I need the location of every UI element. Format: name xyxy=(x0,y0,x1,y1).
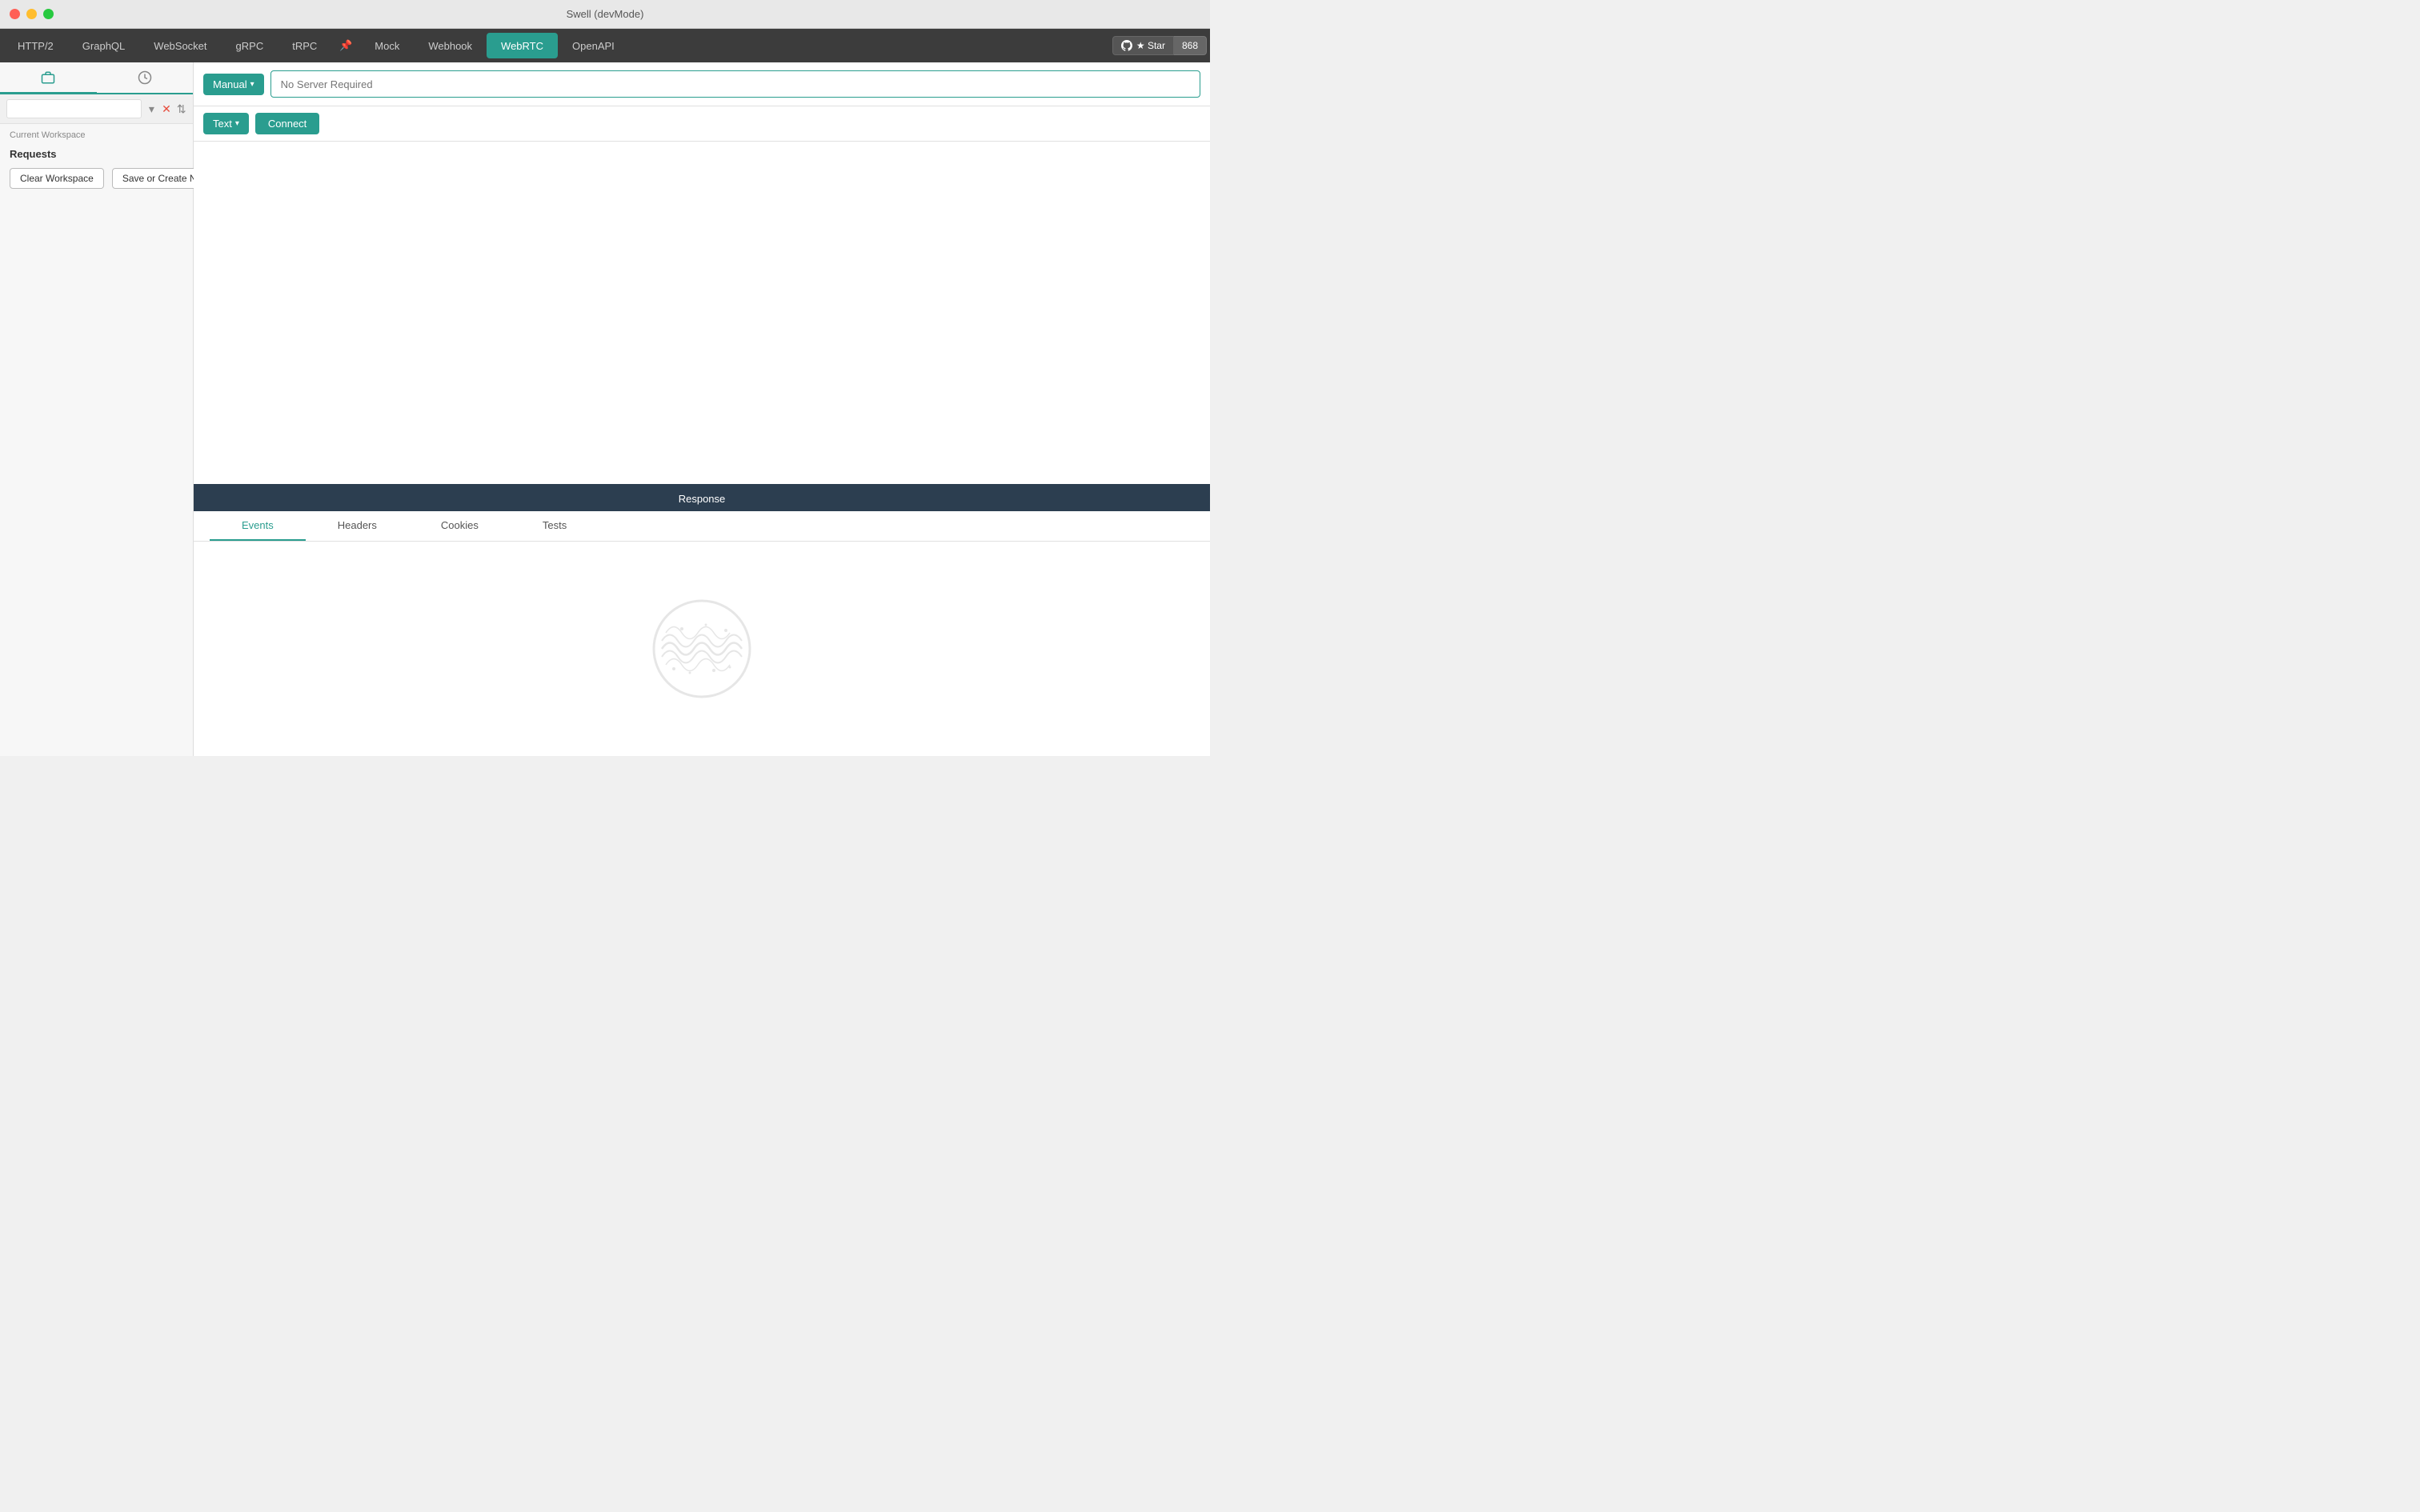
github-star-widget[interactable]: ★ Star 868 xyxy=(1112,36,1207,55)
url-input[interactable] xyxy=(270,70,1200,98)
response-header: Response xyxy=(194,486,1210,511)
response-tab-cookies[interactable]: Cookies xyxy=(409,511,511,541)
briefcase-icon xyxy=(41,70,55,85)
workspace-buttons: Clear Workspace Save or Create New Works… xyxy=(0,168,193,189)
tab-http2[interactable]: HTTP/2 xyxy=(3,33,68,58)
search-input[interactable] xyxy=(6,99,142,118)
method-label: Manual xyxy=(213,78,247,90)
window-controls xyxy=(10,9,54,19)
action-bar: Text ▾ Connect xyxy=(194,106,1210,142)
minimize-button[interactable] xyxy=(26,9,37,19)
tab-trpc[interactable]: tRPC xyxy=(278,33,331,58)
github-star-button[interactable]: ★ Star xyxy=(1112,36,1174,55)
requests-label: Requests xyxy=(0,143,193,168)
clear-workspace-button[interactable]: Clear Workspace xyxy=(10,168,104,189)
tab-graphql[interactable]: GraphQL xyxy=(68,33,139,58)
text-format-dropdown[interactable]: Text ▾ xyxy=(203,113,249,134)
top-bar: Manual ▾ xyxy=(194,62,1210,106)
connect-button[interactable]: Connect xyxy=(255,113,319,134)
response-tabs: Events Headers Cookies Tests xyxy=(194,511,1210,542)
sidebar-tabs xyxy=(0,62,193,94)
method-dropdown[interactable]: Manual ▾ xyxy=(203,74,264,95)
content-area xyxy=(194,142,1210,484)
tab-webhook[interactable]: Webhook xyxy=(414,33,487,58)
workspace-label: Current Workspace xyxy=(0,124,193,143)
response-tab-headers[interactable]: Headers xyxy=(306,511,409,541)
dropdown-icon[interactable]: ▾ xyxy=(146,100,157,118)
response-tab-events[interactable]: Events xyxy=(210,511,306,541)
app-title: Swell (devMode) xyxy=(567,8,644,20)
sidebar-tab-requests[interactable] xyxy=(0,63,97,94)
text-format-arrow-icon: ▾ xyxy=(235,119,239,128)
sidebar: ▾ ✕ ⇅ Current Workspace Requests Clear W… xyxy=(0,62,194,756)
response-tab-tests[interactable]: Tests xyxy=(511,511,599,541)
star-label: ★ Star xyxy=(1136,40,1165,51)
sidebar-actions: ▾ ✕ ⇅ xyxy=(0,94,193,124)
star-count: 868 xyxy=(1174,36,1207,55)
tab-websocket[interactable]: WebSocket xyxy=(139,33,221,58)
clock-icon xyxy=(138,70,152,85)
titlebar: Swell (devMode) xyxy=(0,0,1210,29)
github-icon xyxy=(1121,40,1132,51)
tab-webrtc[interactable]: WebRTC xyxy=(487,33,558,58)
main-layout: ▾ ✕ ⇅ Current Workspace Requests Clear W… xyxy=(0,62,1210,756)
right-panel: Manual ▾ Text ▾ Connect Response Events … xyxy=(194,62,1210,756)
close-button[interactable] xyxy=(10,9,20,19)
protocol-tabs-bar: HTTP/2 GraphQL WebSocket gRPC tRPC 📌 Moc… xyxy=(0,29,1210,62)
tab-openapi[interactable]: OpenAPI xyxy=(558,33,629,58)
swell-logo xyxy=(650,597,754,701)
tab-mock[interactable]: Mock xyxy=(360,33,414,58)
response-body xyxy=(194,542,1210,756)
sidebar-tab-history[interactable] xyxy=(97,62,194,93)
sort-icon[interactable]: ⇅ xyxy=(176,100,186,118)
method-arrow-icon: ▾ xyxy=(250,80,254,89)
maximize-button[interactable] xyxy=(43,9,54,19)
response-panel: Response Events Headers Cookies Tests xyxy=(194,484,1210,756)
text-format-label: Text xyxy=(213,118,232,130)
tab-pin[interactable]: 📌 xyxy=(331,33,360,58)
tab-grpc[interactable]: gRPC xyxy=(222,33,278,58)
close-icon[interactable]: ✕ xyxy=(162,100,172,118)
